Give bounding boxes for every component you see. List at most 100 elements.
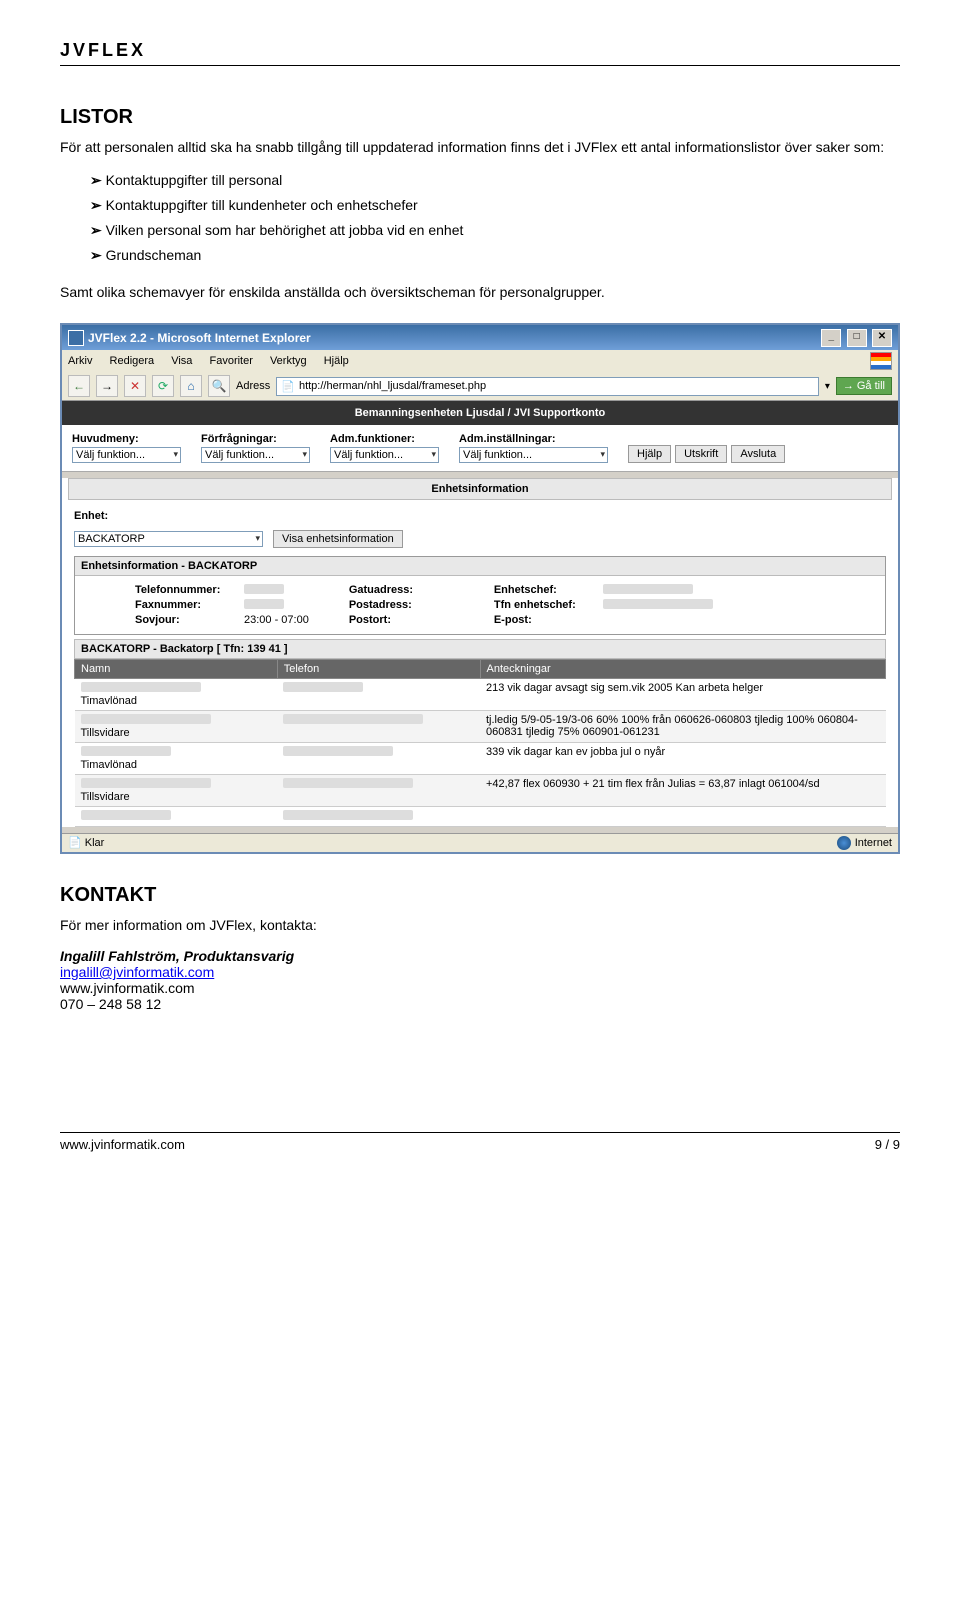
window-title: JVFlex 2.2 - Microsoft Internet Explorer: [88, 331, 311, 345]
row-sub: Timavlönad: [81, 759, 137, 771]
ie-menubar: Arkiv Redigera Visa Favoriter Verktyg Hj…: [62, 350, 898, 372]
info-lab: Postadress:: [349, 599, 454, 611]
windows-flag-icon: [870, 352, 892, 370]
hjalp-button[interactable]: Hjälp: [628, 445, 671, 463]
menu-verktyg[interactable]: Verktyg: [270, 355, 307, 367]
ie-window: JVFlex 2.2 - Microsoft Internet Explorer…: [60, 323, 900, 854]
home-button[interactable]: ⌂: [180, 375, 202, 397]
enhet-select[interactable]: BACKATORP: [74, 531, 263, 547]
status-left: 📄 Klar: [68, 836, 104, 850]
address-label: Adress: [236, 380, 270, 392]
close-button[interactable]: ✕: [872, 329, 892, 347]
listor-bullets: Kontaktuppgifter till personal Kontaktup…: [60, 170, 900, 266]
avsluta-button[interactable]: Avsluta: [731, 445, 785, 463]
go-button[interactable]: → Gå till: [836, 377, 892, 395]
list-item: Kontaktuppgifter till kundenheter och en…: [90, 195, 900, 216]
page-header: JVFLEX: [60, 40, 900, 66]
nav-label-forf: Förfrågningar:: [201, 433, 310, 445]
ie-titlebar: JVFlex 2.2 - Microsoft Internet Explorer…: [62, 325, 898, 350]
app-header: Bemanningsenheten Ljusdal / JVI Supportk…: [62, 401, 898, 425]
back-button[interactable]: ←: [68, 375, 90, 397]
row-sub: Tillsvidare: [81, 791, 130, 803]
window-buttons: _ □ ✕: [819, 328, 892, 347]
redacted-name: [81, 778, 211, 788]
redacted-value: [244, 599, 284, 609]
done-icon: 📄: [68, 837, 82, 849]
info-lab: Enhetschef:: [494, 584, 599, 596]
menu-visa[interactable]: Visa: [171, 355, 192, 367]
info-lab: Gatuadress:: [349, 584, 454, 596]
info-val: 23:00 - 07:00: [244, 614, 309, 626]
redacted-value: [603, 599, 713, 609]
list-item: Kontaktuppgifter till personal: [90, 170, 900, 191]
ie-toolbar: ← → ✕ ⟳ ⌂ 🔍 Adress 📄 http://herman/nhl_l…: [62, 372, 898, 401]
kontakt-intro: För mer information om JVFlex, kontakta:: [60, 915, 900, 936]
status-text: Klar: [85, 837, 105, 849]
page-footer: www.jvinformatik.com 9 / 9: [60, 1132, 900, 1152]
go-label: Gå till: [857, 380, 885, 392]
table-caption: BACKATORP - Backatorp [ Tfn: 139 41 ]: [74, 639, 886, 659]
redacted-name: [81, 714, 211, 724]
show-info-button[interactable]: Visa enhetsinformation: [273, 530, 403, 548]
redacted-name: [81, 746, 171, 756]
ie-icon: [68, 330, 84, 346]
row-note: +42,87 flex 060930 + 21 tim flex från Ju…: [480, 775, 886, 807]
table-row: [75, 807, 886, 827]
section-title: Enhetsinformation: [68, 478, 892, 500]
url-text: http://herman/nhl_ljusdal/frameset.php: [299, 380, 486, 392]
th-ant: Anteckningar: [480, 660, 886, 679]
maximize-button[interactable]: □: [847, 329, 867, 347]
redacted-phone: [283, 746, 393, 756]
adminstallningar-select[interactable]: Välj funktion...: [459, 447, 608, 463]
utskrift-button[interactable]: Utskrift: [675, 445, 727, 463]
search-button[interactable]: 🔍: [208, 375, 230, 397]
row-note: 339 vik dagar kan ev jobba jul o nyår: [480, 743, 886, 775]
menu-favoriter[interactable]: Favoriter: [209, 355, 252, 367]
listor-intro: För att personalen alltid ska ha snabb t…: [60, 137, 900, 158]
kontakt-phone: 070 – 248 58 12: [60, 996, 161, 1012]
internet-icon: [837, 836, 851, 850]
forfragningar-select[interactable]: Välj funktion...: [201, 447, 310, 463]
redacted-phone: [283, 778, 413, 788]
kontakt-name: Ingalill Fahlström, Produktansvarig: [60, 948, 900, 964]
kontakt-heading: KONTAKT: [60, 884, 900, 907]
admfunktioner-select[interactable]: Välj funktion...: [330, 447, 439, 463]
row-sub: Tillsvidare: [81, 727, 130, 739]
menu-hjalp[interactable]: Hjälp: [324, 355, 349, 367]
nav-label-admi: Adm.inställningar:: [459, 433, 608, 445]
footer-page: 9 / 9: [875, 1137, 900, 1152]
app-nav: Huvudmeny: Välj funktion... Förfrågninga…: [62, 425, 898, 472]
refresh-button[interactable]: ⟳: [152, 375, 174, 397]
table-row: Timavlönad 339 vik dagar kan ev jobba ju…: [75, 743, 886, 775]
row-note: tj.ledig 5/9-05-19/3-06 60% 100% från 06…: [480, 711, 886, 743]
huvudmeny-select[interactable]: Välj funktion...: [72, 447, 181, 463]
menu-redigera[interactable]: Redigera: [110, 355, 155, 367]
listor-outro: Samt olika schemavyer för enskilda anstä…: [60, 282, 900, 303]
redacted-phone: [283, 714, 423, 724]
forward-button[interactable]: →: [96, 375, 118, 397]
status-bar: 📄 Klar Internet: [62, 833, 898, 852]
listor-heading: LISTOR: [60, 106, 900, 129]
list-item: Grundscheman: [90, 245, 900, 266]
list-item: Vilken personal som har behörighet att j…: [90, 220, 900, 241]
info-lab: Tfn enhetschef:: [494, 599, 599, 611]
nav-label-admf: Adm.funktioner:: [330, 433, 439, 445]
info-lab: Sovjour:: [135, 614, 240, 626]
redacted-phone: [283, 810, 413, 820]
table-row: Tillsvidare tj.ledig 5/9-05-19/3-06 60% …: [75, 711, 886, 743]
page-icon: 📄: [281, 380, 295, 393]
row-note: 213 vik dagar avsagt sig sem.vik 2005 Ka…: [480, 679, 886, 711]
kontakt-web: www.jvinformatik.com: [60, 980, 195, 996]
minimize-button[interactable]: _: [821, 329, 841, 347]
table-row: Tillsvidare +42,87 flex 060930 + 21 tim …: [75, 775, 886, 807]
th-namn: Namn: [75, 660, 278, 679]
address-dropdown-icon[interactable]: ▾: [825, 381, 830, 392]
info-lab: Postort:: [349, 614, 454, 626]
info-lab: Telefonnummer:: [135, 584, 240, 596]
kontakt-email[interactable]: ingalill@jvinformatik.com: [60, 964, 214, 980]
info-lab: E-post:: [494, 614, 599, 626]
address-input[interactable]: 📄 http://herman/nhl_ljusdal/frameset.php: [276, 377, 819, 396]
stop-button[interactable]: ✕: [124, 375, 146, 397]
info-panel: Enhetsinformation - BACKATORP Telefonnum…: [74, 556, 886, 635]
menu-arkiv[interactable]: Arkiv: [68, 355, 92, 367]
